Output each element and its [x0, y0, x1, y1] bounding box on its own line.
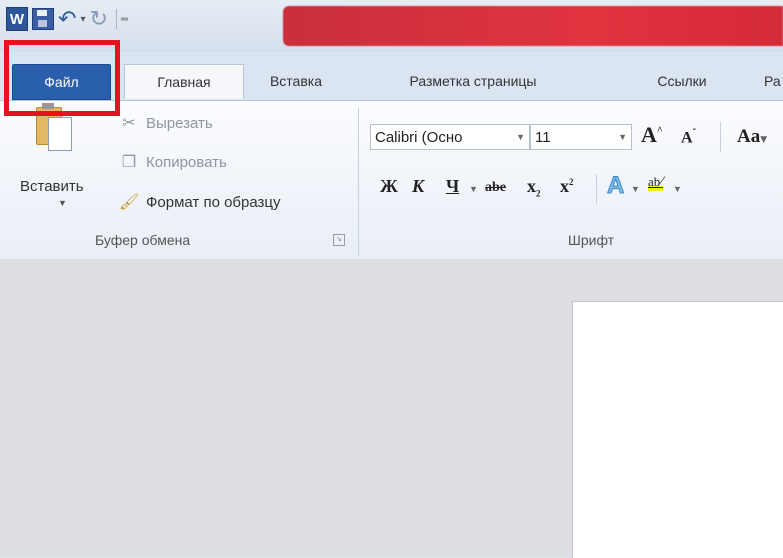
highlight-dropdown-icon[interactable]: ▼ — [673, 184, 682, 194]
format-painter-label: Формат по образцу — [146, 193, 281, 211]
grow-font-button[interactable]: A^ — [641, 122, 663, 148]
font-group-label: Шрифт — [568, 232, 615, 248]
scissors-icon: ✂ — [122, 115, 136, 132]
format-painter-icon: 🖌 — [118, 194, 140, 211]
font-size-value: 11 — [535, 128, 551, 146]
font-separator — [596, 174, 597, 204]
undo-icon[interactable]: ↶ — [58, 6, 76, 31]
customize-quick-access-icon[interactable]: ═ — [121, 7, 128, 31]
copy-label: Копировать — [146, 153, 227, 171]
underline-button[interactable]: Ч — [446, 176, 459, 197]
tab-next-partial[interactable]: Ра — [764, 64, 783, 98]
clipboard-group-label: Буфер обмена — [95, 232, 191, 248]
tab-references[interactable]: Ссылки — [642, 64, 722, 98]
highlight-label: ab — [648, 174, 661, 189]
font-name-combo[interactable]: Calibri (Осно ▼ — [370, 124, 530, 150]
file-tab-highlight-box — [4, 40, 120, 116]
underline-dropdown-icon[interactable]: ▼ — [469, 184, 478, 194]
grow-font-label: A — [641, 122, 657, 147]
cut-label: Вырезать — [146, 114, 213, 132]
redo-icon[interactable]: ↻ — [89, 6, 107, 31]
undo-dropdown-icon[interactable]: ▾ — [80, 7, 85, 31]
copy-icon: ❐ — [121, 154, 137, 171]
tab-page-layout[interactable]: Разметка страницы — [388, 64, 558, 98]
change-case-label: Aa — [737, 126, 761, 147]
tab-home[interactable]: Главная — [124, 64, 244, 99]
paste-button[interactable]: Вставить — [20, 178, 84, 195]
font-separator — [720, 122, 721, 152]
font-name-value: Calibri (Осно — [375, 128, 463, 146]
chevron-down-icon: ▼ — [516, 132, 525, 142]
cut-button[interactable]: ✂ Вырезать — [118, 113, 213, 133]
format-painter-button[interactable]: 🖌 Формат по образцу — [118, 192, 281, 212]
superscript-button[interactable]: x2 — [560, 176, 574, 197]
font-size-combo[interactable]: 11 ▼ — [530, 124, 632, 150]
group-separator — [358, 108, 359, 256]
document-shape — [48, 117, 72, 151]
save-icon[interactable] — [32, 8, 54, 30]
tab-insert[interactable]: Вставка — [256, 64, 336, 98]
paste-dropdown-icon[interactable]: ▼ — [58, 198, 67, 208]
superscript-label: x — [560, 176, 569, 196]
subscript-label: x — [527, 176, 536, 196]
title-bar-red-region — [283, 6, 783, 46]
copy-button[interactable]: ❐ Копировать — [118, 152, 227, 172]
highlight-button[interactable]: ab⁄ — [648, 174, 663, 191]
quick-access-toolbar: W ↶ ▾ ↻ ═ — [0, 5, 132, 33]
subscript-button[interactable]: x2 — [527, 176, 541, 199]
italic-button[interactable]: К — [412, 176, 424, 197]
change-case-button[interactable]: Aa▼ — [737, 126, 767, 148]
shrink-font-label: A — [681, 129, 693, 147]
text-effects-dropdown-icon[interactable]: ▼ — [631, 184, 640, 194]
shrink-font-button[interactable]: Aˇ — [681, 128, 696, 147]
chevron-down-icon: ▼ — [618, 132, 627, 142]
document-page[interactable] — [572, 301, 783, 558]
word-logo-icon[interactable]: W — [6, 7, 28, 31]
quick-access-separator — [115, 9, 117, 29]
strikethrough-button[interactable]: abe — [485, 180, 506, 196]
bold-button[interactable]: Ж — [380, 176, 398, 197]
clipboard-dialog-launcher-icon[interactable]: ↘ — [333, 234, 345, 246]
text-effects-button[interactable]: A — [606, 172, 624, 200]
